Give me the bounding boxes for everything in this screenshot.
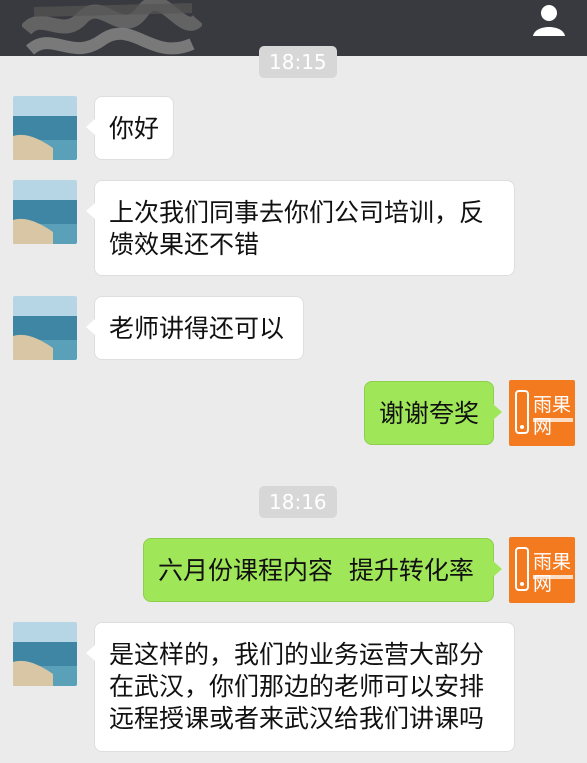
outgoing-message[interactable]: 谢谢夸奖 [364, 381, 502, 445]
contact-avatar[interactable] [13, 296, 77, 360]
message-text: 六月份课程内容 提升转化率 [158, 556, 474, 585]
message-line: 上次我们同事去你们公司培训，反 [109, 198, 485, 227]
person-icon[interactable] [529, 0, 569, 40]
message-text: 谢谢夸奖 [379, 399, 480, 428]
message-line: 是这样的，我们的业务运营大部分 [109, 640, 485, 669]
contact-avatar[interactable] [13, 96, 77, 160]
logo-tagline-bar [533, 575, 573, 579]
brand-logo-avatar[interactable]: 雨果网 [509, 380, 575, 446]
redacted-title-scribble [22, 0, 202, 55]
outgoing-message[interactable]: 六月份课程内容 提升转化率 [143, 538, 502, 602]
message-text: 老师讲得还可以 [109, 314, 285, 343]
incoming-message[interactable]: 你好 [86, 96, 174, 160]
avatar-photo [13, 180, 77, 244]
message-line: 在武汉，你们那边的老师可以安排 [109, 672, 485, 701]
message-text: 你好 [109, 114, 160, 143]
brand-logo-avatar[interactable]: 雨果网 [509, 537, 575, 603]
incoming-message[interactable]: 上次我们同事去你们公司培训，反 馈效果还不错 [86, 180, 515, 276]
avatar-photo [13, 296, 77, 360]
avatar-photo [13, 96, 77, 160]
logo-text: 雨果网 [533, 551, 572, 595]
timestamp: 18:16 [259, 486, 337, 518]
contact-avatar[interactable] [13, 180, 77, 244]
logo-text: 雨果网 [533, 394, 572, 438]
incoming-message[interactable]: 是这样的，我们的业务运营大部分 在武汉，你们那边的老师可以安排 远程授课或者来武… [86, 622, 515, 752]
incoming-message[interactable]: 老师讲得还可以 [86, 296, 304, 360]
message-line: 远程授课或者来武汉给我们讲课吗 [109, 704, 485, 733]
phone-icon [515, 390, 529, 434]
contact-avatar[interactable] [13, 622, 77, 686]
phone-icon [515, 547, 529, 591]
timestamp: 18:15 [259, 46, 337, 78]
message-line: 馈效果还不错 [109, 230, 260, 259]
logo-tagline-bar [533, 418, 573, 422]
avatar-photo [13, 622, 77, 686]
